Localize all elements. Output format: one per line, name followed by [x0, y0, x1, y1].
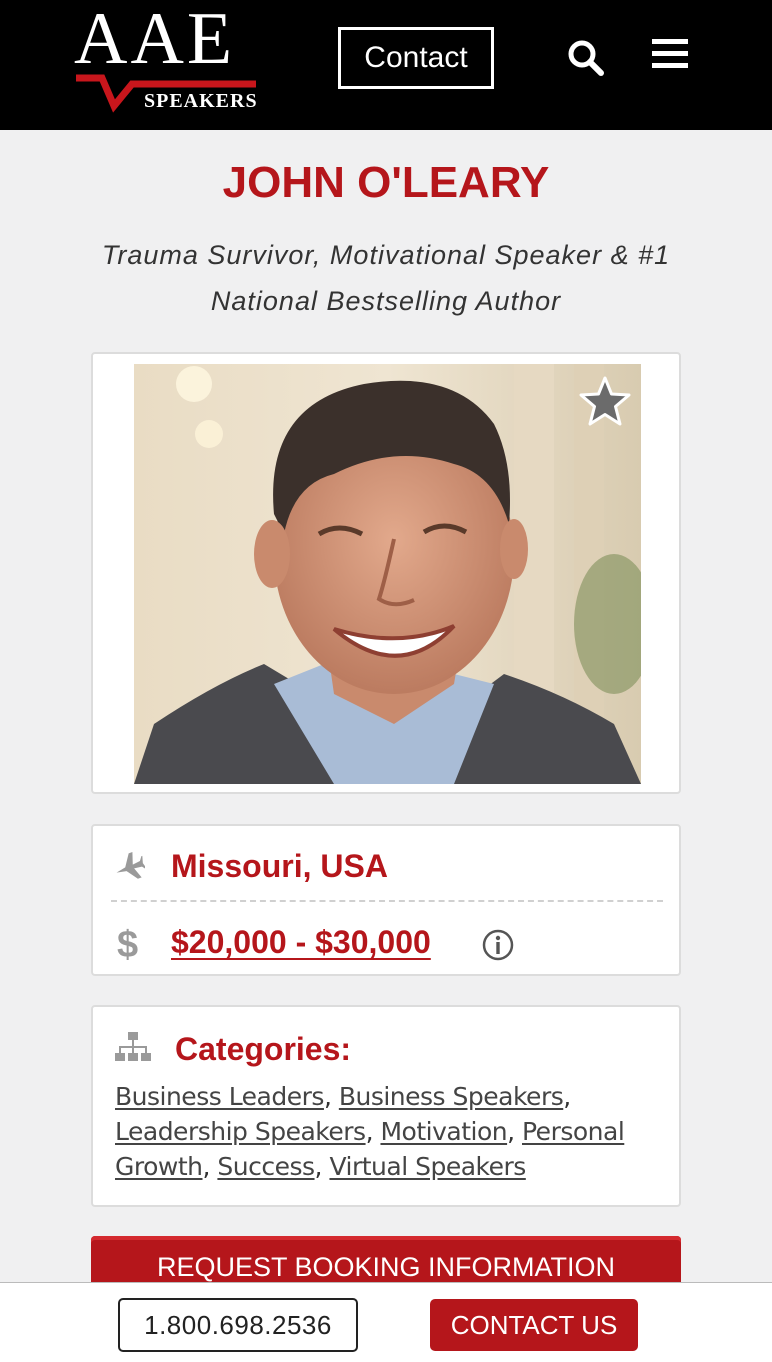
- aae-speakers-logo[interactable]: AAE SPEAKERS: [74, 2, 264, 116]
- dollar-icon: $: [117, 924, 139, 966]
- favorite-star-icon[interactable]: [577, 374, 633, 430]
- category-link-motivation[interactable]: Motivation: [380, 1117, 507, 1146]
- site-header: AAE SPEAKERS Contact: [0, 0, 772, 130]
- search-icon[interactable]: [566, 38, 604, 76]
- info-icon[interactable]: [481, 928, 515, 962]
- speaker-info-card: Missouri, USA $ $20,000 - $30,000: [91, 824, 681, 976]
- phone-number-button[interactable]: 1.800.698.2536: [118, 1298, 358, 1352]
- contact-button[interactable]: Contact: [338, 27, 494, 89]
- category-link-business-leaders[interactable]: Business Leaders: [115, 1082, 324, 1111]
- speaker-location: Missouri, USA: [171, 848, 388, 884]
- speaker-fee-link[interactable]: $20,000 - $30,000: [171, 924, 431, 961]
- bottom-action-bar: 1.800.698.2536 CONTACT US: [0, 1282, 772, 1362]
- categories-list: Business Leaders, Business Speakers, Lea…: [115, 1082, 625, 1181]
- category-link-success[interactable]: Success: [217, 1152, 315, 1181]
- categories-card: Categories: Business Leaders, Business S…: [91, 1005, 681, 1207]
- category-link-virtual-speakers[interactable]: Virtual Speakers: [329, 1152, 526, 1181]
- logo-sub-text: SPEAKERS: [144, 90, 258, 112]
- speaker-photo-card: [91, 352, 681, 794]
- menu-icon[interactable]: [652, 38, 688, 70]
- category-link-business-speakers[interactable]: Business Speakers: [339, 1082, 564, 1111]
- speaker-tagline: Trauma Survivor, Motivational Speaker & …: [101, 240, 671, 316]
- categories-title: Categories:: [175, 1031, 352, 1067]
- sitemap-icon: [115, 1032, 151, 1061]
- speaker-photo: [134, 364, 641, 784]
- divider: [111, 900, 663, 902]
- contact-us-button[interactable]: CONTACT US: [430, 1299, 638, 1351]
- speaker-name: JOHN O'LEARY: [222, 158, 550, 207]
- airplane-icon: [116, 851, 145, 879]
- category-link-leadership-speakers[interactable]: Leadership Speakers: [115, 1117, 366, 1146]
